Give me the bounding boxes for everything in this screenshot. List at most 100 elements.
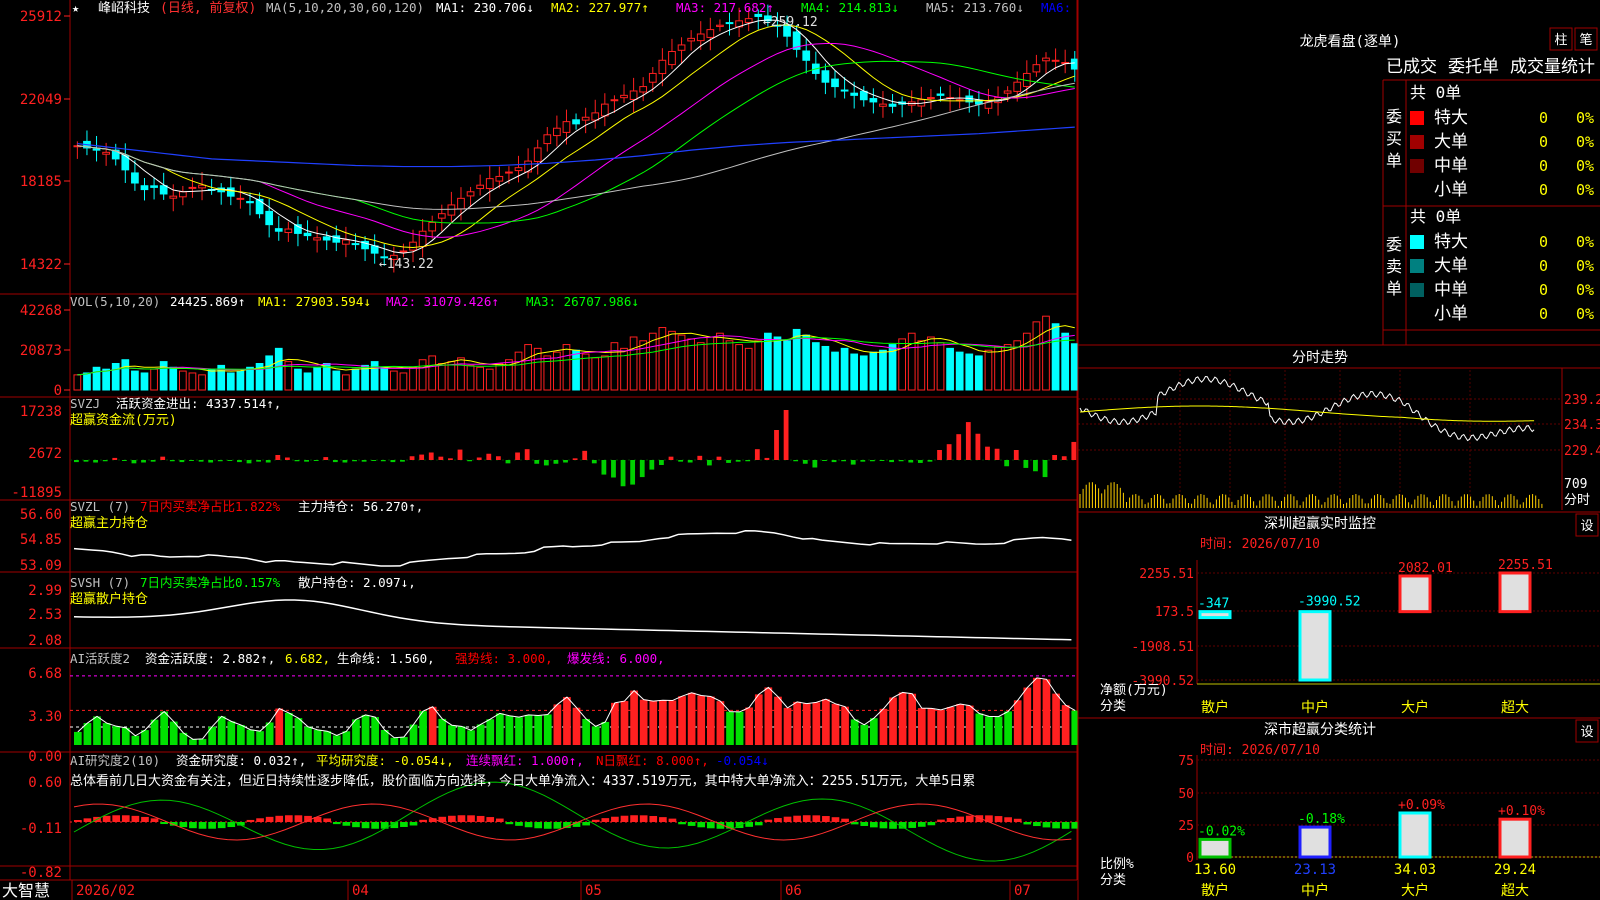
candle [169, 195, 178, 199]
volume-bar [92, 366, 101, 391]
svzj-bar [179, 460, 185, 463]
volume-bar [1032, 321, 1041, 391]
candle [322, 236, 331, 241]
research-bar [524, 822, 533, 828]
volume-bar [399, 372, 408, 391]
row-name: 小单 [1434, 180, 1468, 200]
svzj-bar [1004, 460, 1010, 467]
research-bar [591, 819, 600, 822]
vol-header-item: VOL(5,10,20) [70, 294, 160, 309]
volume-bar [744, 347, 753, 391]
svzj-bar [198, 460, 204, 462]
research-bar [639, 815, 648, 822]
stats-category: 大户 [1401, 882, 1429, 899]
stats-value-label: 34.03 [1394, 862, 1436, 878]
svzj-bar [1033, 460, 1038, 472]
svzj-bar [582, 450, 588, 460]
activity-bar [189, 739, 197, 745]
date-axis-bg [0, 880, 1077, 900]
candle [159, 185, 168, 195]
volume-bar [869, 351, 878, 391]
monitor-category: 超大 [1501, 700, 1529, 716]
candle [1013, 81, 1022, 92]
monitor-bar [1298, 610, 1332, 682]
volume-bar [485, 368, 494, 391]
ai2-tick: 3.30 [28, 709, 62, 725]
legend-swatch [1410, 235, 1424, 249]
monitor-class: 分类 [1100, 699, 1126, 714]
volume-bar [265, 355, 274, 391]
ai2-header-item: 生命线: 1.560, [337, 651, 435, 666]
candle [706, 29, 715, 38]
stats-title: 深市超赢分类统计 [1264, 721, 1376, 738]
candle [1070, 58, 1079, 70]
volume-bar [313, 366, 321, 391]
activity-bar [965, 705, 974, 745]
svzj-bar [543, 460, 549, 466]
candle [437, 213, 446, 219]
volume-bar [591, 357, 600, 391]
candle [629, 90, 638, 100]
candle [351, 243, 360, 246]
ai2-header-item: 强势线: 3.000, [455, 651, 553, 666]
legend-swatch [1410, 135, 1424, 149]
monitor-value-label: -3990.52 [1298, 595, 1361, 610]
ma-header-item: MA1: 230.706↓ [436, 0, 534, 15]
row-name: 中单 [1434, 156, 1468, 176]
research-bar [774, 818, 782, 822]
tab-2: 成交量统计 [1510, 57, 1595, 77]
research-bar [697, 822, 706, 828]
vol-header-item: 24425.869↑ [170, 294, 245, 309]
candle [178, 191, 187, 198]
price-tick: 25912 [20, 9, 62, 25]
monitor-category: 散户 [1201, 699, 1229, 716]
legend-swatch [1410, 159, 1424, 173]
candle [821, 70, 830, 83]
svzj-bar [965, 422, 971, 460]
svzj-bar [659, 460, 664, 465]
svsh-tick: 2.08 [28, 633, 62, 649]
activity-bar [620, 701, 629, 745]
candle [1032, 64, 1041, 73]
intraday-tick: 239.2 [1564, 393, 1600, 408]
volume-bar [562, 344, 571, 391]
research-bar [946, 817, 955, 822]
research-bar [611, 816, 619, 822]
research-bar [409, 822, 418, 826]
vol-header-item: MA2: 31079.426↑ [386, 294, 499, 309]
candle [342, 239, 350, 245]
research-bar [275, 815, 284, 822]
bar-mode-label: 柱 [1554, 33, 1567, 48]
vol-tick: 42268 [20, 303, 62, 319]
monitor-bar [1498, 571, 1532, 614]
volume-bar [859, 355, 868, 391]
svzj-bar [342, 460, 348, 463]
svzj-bar [486, 453, 492, 460]
row-name: 特大 [1434, 232, 1468, 252]
intraday-tick: 234.3 [1564, 418, 1600, 433]
ma-header-item: MA4: 214.813↓ [801, 0, 899, 15]
activity-bar [774, 696, 782, 745]
activity-bar [726, 711, 734, 745]
svzj-bar [764, 457, 770, 460]
svzj-bar [563, 460, 568, 463]
row-count: 0 [1539, 305, 1548, 323]
svzj-bar [476, 457, 482, 460]
volume-bar [198, 374, 206, 391]
candle [879, 103, 887, 107]
svzj-bar [850, 460, 856, 465]
buy-label-char: 买 [1386, 129, 1402, 148]
research-bar [601, 818, 610, 822]
stats-settings-label: 设 [1580, 725, 1593, 740]
research-bar [74, 820, 82, 822]
activity-bar [294, 718, 303, 745]
ma-header-item: MA(5,10,20,30,60,120) [266, 0, 424, 15]
activity-bar [659, 700, 667, 745]
monitor-tick: -1908.51 [1131, 640, 1194, 655]
row-pct: 0% [1576, 157, 1594, 175]
volume-bar [917, 340, 926, 391]
research-bar [332, 822, 341, 825]
candle [562, 121, 571, 133]
research-bar [1023, 822, 1032, 825]
stats-value-label: 29.24 [1494, 862, 1536, 878]
